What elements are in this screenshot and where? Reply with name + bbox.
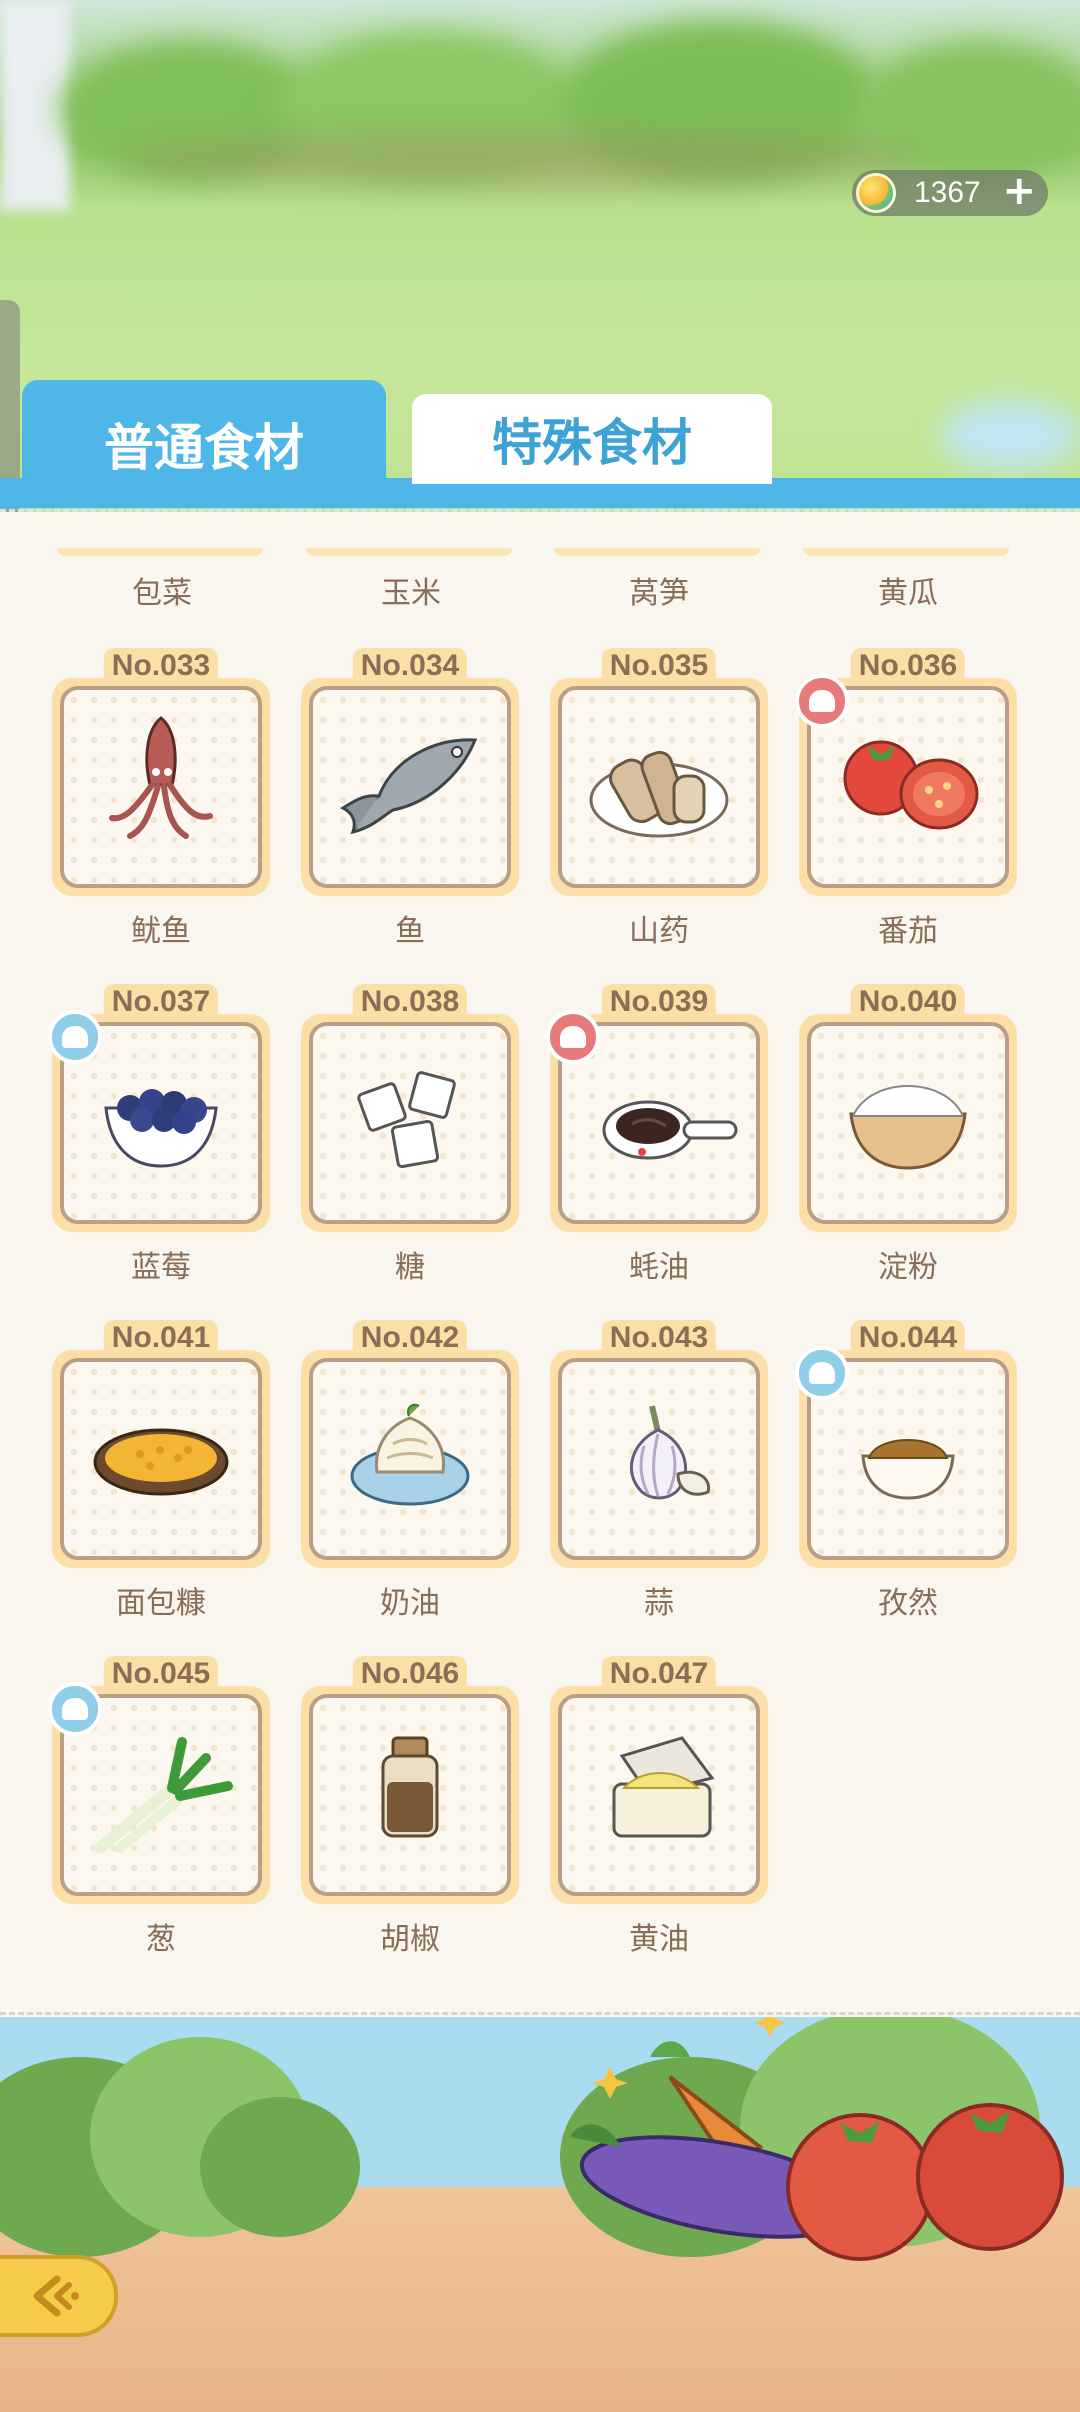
plus-icon[interactable]: + — [1002, 168, 1036, 214]
currency-amount: 1367 — [914, 176, 981, 209]
ingredient-number: No.043 — [601, 1320, 717, 1354]
tab-special-ingredients[interactable]: 特殊食材 — [412, 394, 772, 484]
chef-hat-badge — [48, 1010, 102, 1064]
ingredient-name: 蒜 — [644, 1586, 674, 1621]
chef-hat-badge — [795, 674, 849, 728]
cream-icon — [350, 1403, 470, 1506]
squid-icon — [109, 716, 213, 839]
divider — [0, 2012, 1080, 2016]
chef-hat-badge — [795, 1346, 849, 1400]
ingredient-number: No.039 — [601, 984, 717, 1018]
ingredient-name: 孜然 — [878, 1586, 938, 1621]
ingredient-card[interactable]: No.044 — [795, 1320, 1017, 1568]
fish-icon — [339, 738, 478, 835]
ingredient-number: No.042 — [352, 1320, 468, 1354]
ingredient-name[interactable]: 莴笋 — [554, 568, 764, 612]
currency-display: 1367 + — [852, 168, 1048, 216]
ingredient-name: 黄油 — [629, 1922, 689, 1957]
coin-icon — [856, 173, 896, 213]
ingredient-number: No.033 — [103, 648, 219, 682]
ingredient-name: 胡椒 — [380, 1922, 440, 1957]
chef-hat-badge — [546, 1010, 600, 1064]
vegetables-illustration — [570, 2017, 1064, 2261]
back-button[interactable] — [0, 2255, 118, 2337]
ingredient-name: 山药 — [629, 914, 689, 949]
ingredient-number: No.041 — [103, 1320, 219, 1354]
ingredient-card[interactable]: No.047 — [550, 1656, 768, 1904]
ingredient-name: 面包糠 — [116, 1586, 206, 1621]
ingredient-number: No.044 — [850, 1320, 966, 1354]
ingredient-number: No.045 — [103, 1656, 219, 1690]
sugar-icon — [357, 1071, 456, 1169]
ingredient-number: No.034 — [352, 648, 468, 682]
ingredient-name: 蚝油 — [629, 1250, 689, 1285]
divider — [0, 508, 1080, 512]
ingredient-card[interactable]: No.043 — [550, 1320, 768, 1568]
yam-icon — [589, 750, 729, 838]
ingredient-card[interactable]: No.038 — [301, 984, 519, 1232]
garlic-icon — [630, 1405, 711, 1500]
ingredient-number: No.046 — [352, 1656, 468, 1690]
ingredient-name: 淀粉 — [878, 1250, 938, 1285]
ingredient-name: 葱 — [146, 1922, 176, 1957]
ingredient-number: No.036 — [850, 648, 966, 682]
ingredient-card[interactable]: No.046 — [301, 1656, 519, 1904]
ingredient-name: 番茄 — [878, 914, 938, 949]
ingredient-card[interactable]: No.036 — [795, 648, 1017, 896]
ingredient-card[interactable]: No.039 — [546, 984, 768, 1232]
ingredient-number: No.037 — [103, 984, 219, 1018]
ingredient-name[interactable]: 包菜 — [57, 568, 267, 612]
chef-hat-badge — [48, 1682, 102, 1736]
ingredient-number: No.038 — [352, 984, 468, 1018]
ingredient-card[interactable]: No.034 — [301, 648, 519, 896]
ingredient-card[interactable]: No.040 — [799, 984, 1017, 1232]
ingredient-number: No.040 — [850, 984, 966, 1018]
ingredient-name: 鱼 — [395, 914, 425, 949]
bottom-scenery — [0, 2017, 1080, 2412]
ingredient-name: 奶油 — [380, 1586, 440, 1621]
ingredient-name: 糖 — [395, 1250, 425, 1285]
ingredient-card[interactable]: No.041 — [52, 1320, 270, 1568]
ingredient-number: No.035 — [601, 648, 717, 682]
ingredient-card[interactable]: No.045 — [48, 1656, 270, 1904]
ingredient-card[interactable]: No.033 — [52, 648, 270, 896]
tab-normal-ingredients[interactable]: 普通食材 — [22, 380, 386, 508]
ingredient-card[interactable]: No.037 — [48, 984, 270, 1232]
ingredient-name[interactable]: 黄瓜 — [803, 568, 1013, 612]
back-arrow-icon — [33, 2275, 79, 2317]
ingredient-card[interactable]: No.035 — [550, 648, 768, 896]
ingredient-card[interactable]: No.042 — [301, 1320, 519, 1568]
butter-icon — [612, 1736, 715, 1838]
pepper-icon — [381, 1736, 439, 1838]
ingredient-number: No.047 — [601, 1656, 717, 1690]
ingredient-name[interactable]: 玉米 — [306, 568, 516, 612]
ingredient-name: 蓝莓 — [131, 1250, 191, 1285]
starch-icon — [849, 1085, 967, 1170]
breadcrumbs-icon — [93, 1428, 229, 1496]
ingredient-name: 鱿鱼 — [131, 914, 191, 949]
